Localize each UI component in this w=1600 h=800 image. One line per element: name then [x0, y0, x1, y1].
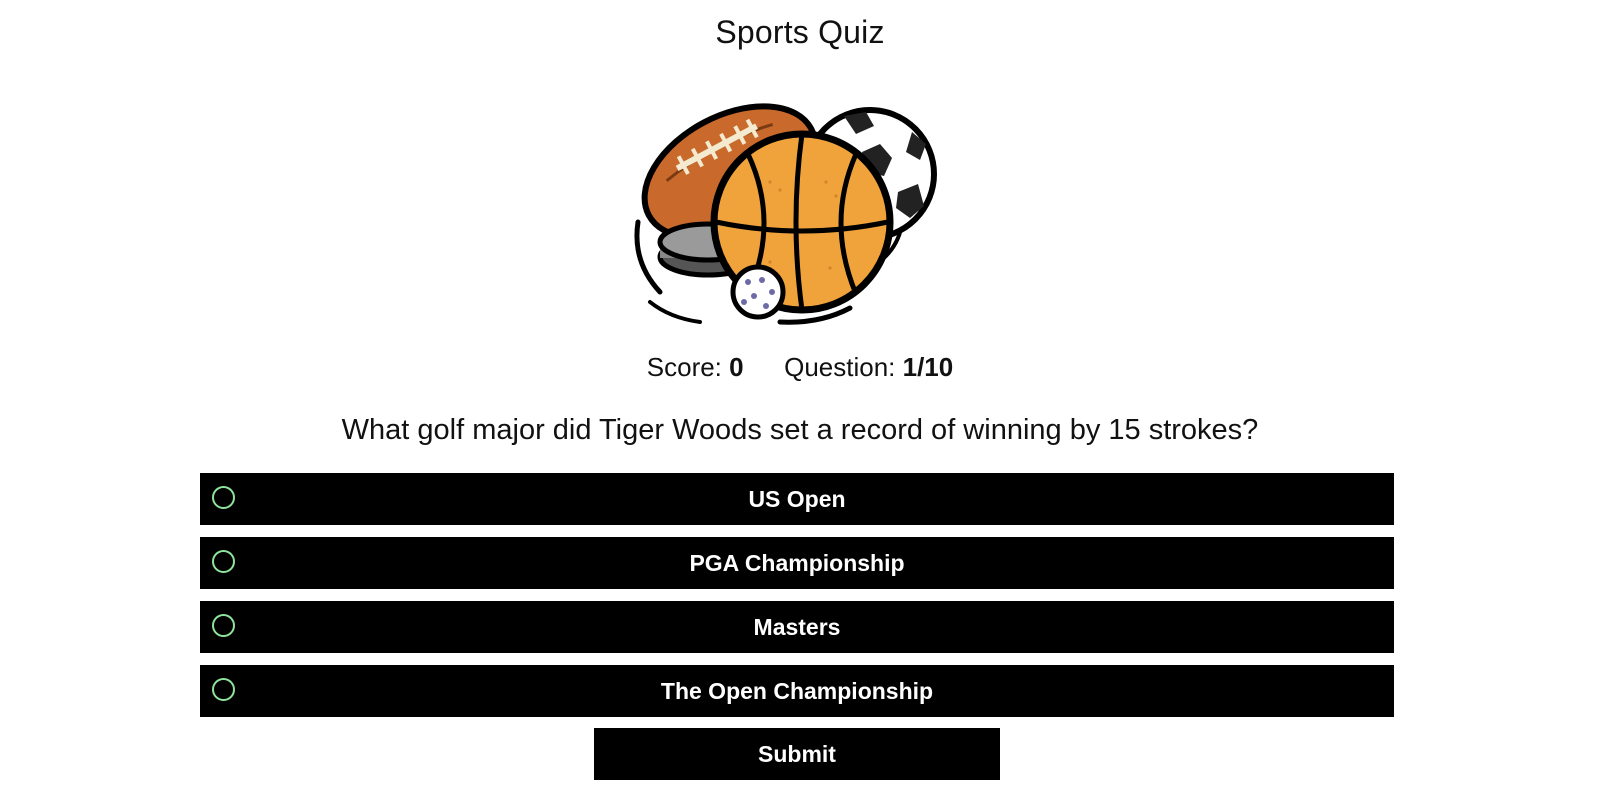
answer-option-the-open-championship[interactable]: The Open Championship [200, 665, 1394, 717]
answer-label: Masters [753, 613, 841, 640]
answer-option-pga-championship[interactable]: PGA Championship [200, 537, 1394, 589]
answer-label: The Open Championship [660, 677, 934, 704]
answer-option-masters[interactable]: Masters [200, 601, 1394, 653]
sports-balls-icon [634, 103, 937, 325]
radio-circle-icon[interactable] [212, 614, 235, 637]
quiz-title: Sports Quiz [715, 14, 885, 50]
score-label: Score: [646, 352, 722, 382]
answer-options: US Open PGA Championship Masters The Ope… [200, 473, 1394, 729]
radio-circle-icon[interactable] [212, 486, 235, 509]
answer-option-us-open[interactable]: US Open [200, 473, 1394, 525]
radio-circle-icon[interactable] [212, 550, 235, 573]
question-text: What golf major did Tiger Woods set a re… [341, 414, 1259, 446]
quiz-page: Sports Quiz Score: 0 Question: 1/10 What… [0, 0, 1600, 800]
answer-label: PGA Championship [689, 549, 905, 576]
question-counter-label: Question: [784, 352, 896, 382]
radio-circle-icon[interactable] [212, 678, 235, 701]
submit-button[interactable]: Submit [594, 728, 1000, 780]
quiz-status: Score: 0 Question: 1/10 [0, 352, 1600, 383]
question-counter-value: 1/10 [902, 352, 954, 382]
score-value: 0 [729, 352, 744, 382]
answer-label: US Open [748, 485, 846, 512]
